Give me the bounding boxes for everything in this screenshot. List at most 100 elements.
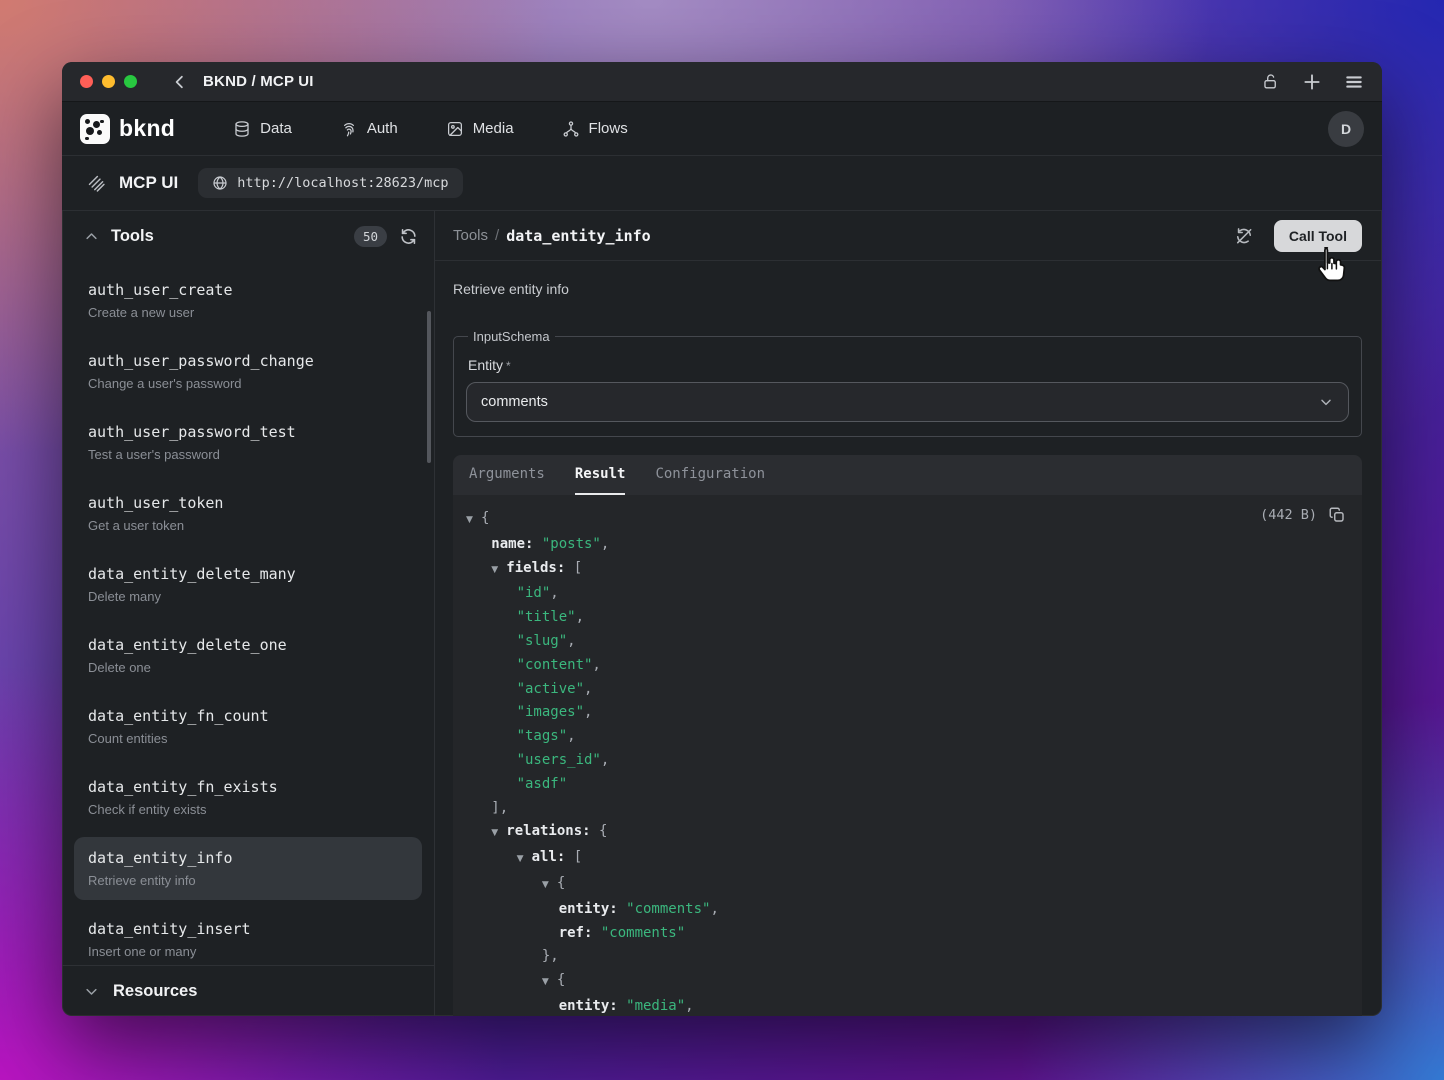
tool-name: data_entity_fn_exists — [88, 776, 408, 798]
mcp-toolbar: MCP UI http://localhost:28623/mcp — [62, 156, 1382, 211]
input-schema-legend: InputSchema — [468, 329, 555, 344]
tool-detail-content: Retrieve entity info InputSchema Entity*… — [435, 261, 1382, 1016]
back-icon[interactable] — [171, 73, 189, 91]
brand-logo-group[interactable]: bknd — [80, 114, 175, 144]
sidebar-item-auth_user_create[interactable]: auth_user_createCreate a new user — [74, 269, 422, 332]
collapse-arrow-icon[interactable]: ▼ — [542, 874, 557, 898]
endpoint-url: http://localhost:28623/mcp — [237, 175, 448, 191]
breadcrumb-parent[interactable]: Tools — [453, 227, 488, 244]
json-line: ▼all: [ — [466, 846, 1346, 872]
nav-items: Data Auth Media Flows — [233, 120, 628, 138]
window-title: BKND / MCP UI — [203, 73, 314, 90]
json-line: entity: "comments", — [466, 898, 1346, 922]
collapse-arrow-icon[interactable]: ▼ — [491, 822, 506, 846]
sidebar-item-auth_user_password_change[interactable]: auth_user_password_changeChange a user's… — [74, 340, 422, 403]
tool-name: auth_user_password_test — [88, 421, 408, 443]
tool-name: auth_user_create — [88, 279, 408, 301]
sidebar-item-data_entity_info[interactable]: data_entity_info Retrieve entity info — [74, 837, 422, 900]
json-line: "slug", — [466, 630, 1346, 654]
collapse-arrow-icon[interactable]: ▼ — [517, 848, 532, 872]
sidebar-item-data_entity_fn_exists[interactable]: data_entity_fn_exists Check if entity exi… — [74, 766, 422, 829]
tool-name: data_entity_insert — [88, 918, 408, 940]
sidebar-item-data_entity_insert[interactable]: data_entity_insert Insert one or many — [74, 908, 422, 965]
json-line: "id", — [466, 582, 1346, 606]
entity-select[interactable]: comments — [466, 382, 1349, 422]
json-line: "title", — [466, 606, 1346, 630]
refresh-off-icon[interactable] — [1234, 226, 1254, 246]
nav-item-label: Media — [473, 120, 514, 137]
json-line: ▼{ — [466, 969, 1346, 995]
breadcrumb-separator: / — [495, 227, 499, 244]
json-line: ref: "comments" — [466, 922, 1346, 946]
maximize-window-button[interactable] — [124, 75, 137, 88]
nav-item-label: Data — [260, 120, 292, 137]
json-line: ▼{ — [466, 507, 1346, 533]
breadcrumb-current: data_entity_info — [506, 227, 651, 245]
nav-item-data[interactable]: Data — [233, 120, 292, 138]
tools-section-header[interactable]: Tools 50 — [62, 211, 434, 261]
nav-item-flows[interactable]: Flows — [562, 120, 628, 138]
menu-icon[interactable] — [1344, 72, 1364, 92]
collapse-arrow-icon[interactable]: ▼ — [466, 509, 481, 533]
copy-icon[interactable] — [1328, 506, 1346, 524]
tool-description: Count entities — [88, 730, 408, 748]
result-tabs: Arguments Result Configuration — [453, 455, 1362, 495]
minimize-window-button[interactable] — [102, 75, 115, 88]
tool-description: Retrieve entity info — [88, 872, 408, 890]
resources-section-header[interactable]: Resources — [62, 965, 434, 1016]
lock-icon[interactable] — [1261, 72, 1280, 91]
nav-item-media[interactable]: Media — [446, 120, 514, 138]
tool-description: Change a user's password — [88, 375, 408, 393]
json-result-viewer[interactable]: ▼{name: "posts",▼fields: ["id","title","… — [466, 507, 1346, 1016]
avatar[interactable]: D — [1328, 111, 1364, 147]
app-navbar: bknd Data Auth Media Flows D — [62, 102, 1382, 156]
sidebar-item-data_entity_fn_count[interactable]: data_entity_fn_countCount entities — [74, 695, 422, 758]
tool-description: Delete one — [88, 659, 408, 677]
close-window-button[interactable] — [80, 75, 93, 88]
nav-item-label: Flows — [589, 120, 628, 137]
traffic-lights — [80, 75, 137, 88]
chevron-down-icon — [84, 984, 99, 999]
refresh-icon[interactable] — [399, 227, 418, 246]
tool-list: auth_user_createCreate a new userauth_us… — [62, 261, 434, 965]
tool-name: data_entity_info — [88, 847, 408, 869]
json-line: ▼relations: { — [466, 820, 1346, 846]
tool-description: Delete many — [88, 588, 408, 606]
tool-description: Check if entity exists — [88, 801, 408, 819]
brand-name: bknd — [119, 115, 175, 142]
tab-arguments[interactable]: Arguments — [469, 455, 545, 495]
entity-field-label: Entity* — [468, 357, 1349, 373]
sidebar-item-data_entity_delete_one[interactable]: data_entity_delete_one Delete one — [74, 624, 422, 687]
tool-description: Insert one or many — [88, 943, 408, 961]
sidebar-item-auth_user_token[interactable]: auth_user_tokenGet a user token — [74, 482, 422, 545]
page-title: MCP UI — [119, 173, 178, 193]
endpoint-url-pill[interactable]: http://localhost:28623/mcp — [198, 168, 462, 198]
bknd-logo-icon — [80, 114, 110, 144]
collapse-arrow-icon[interactable]: ▼ — [542, 971, 557, 995]
json-line: "active", — [466, 678, 1346, 702]
tool-detail-header: Tools / data_entity_info Call Tool — [435, 211, 1382, 261]
database-icon — [233, 120, 251, 138]
chevron-up-icon — [84, 229, 99, 244]
json-line: "asdf" — [466, 773, 1346, 797]
tab-configuration[interactable]: Configuration — [655, 455, 765, 495]
plus-icon[interactable] — [1302, 72, 1322, 92]
tab-result[interactable]: Result — [575, 455, 626, 495]
select-chevron-icon — [1318, 394, 1334, 410]
json-line: ], — [466, 797, 1346, 821]
json-line: ▼{ — [466, 872, 1346, 898]
entity-select-value: comments — [481, 394, 548, 410]
collapse-arrow-icon[interactable]: ▼ — [491, 559, 506, 583]
resources-section-label: Resources — [113, 982, 197, 1001]
sidebar-item-auth_user_password_test[interactable]: auth_user_password_testTest a user's pas… — [74, 411, 422, 474]
tools-count-badge: 50 — [354, 226, 387, 247]
tools-section-label: Tools — [111, 227, 154, 246]
call-tool-button[interactable]: Call Tool — [1274, 220, 1362, 252]
tool-name: data_entity_delete_one — [88, 634, 408, 656]
sidebar-scrollbar[interactable] — [427, 311, 431, 463]
json-line: "users_id", — [466, 749, 1346, 773]
input-schema-fieldset: InputSchema Entity* comments — [453, 329, 1362, 437]
nav-item-auth[interactable]: Auth — [340, 120, 398, 138]
tool-description: Get a user token — [88, 517, 408, 535]
sidebar-item-data_entity_delete_many[interactable]: data_entity_delete_manyDelete many — [74, 553, 422, 616]
